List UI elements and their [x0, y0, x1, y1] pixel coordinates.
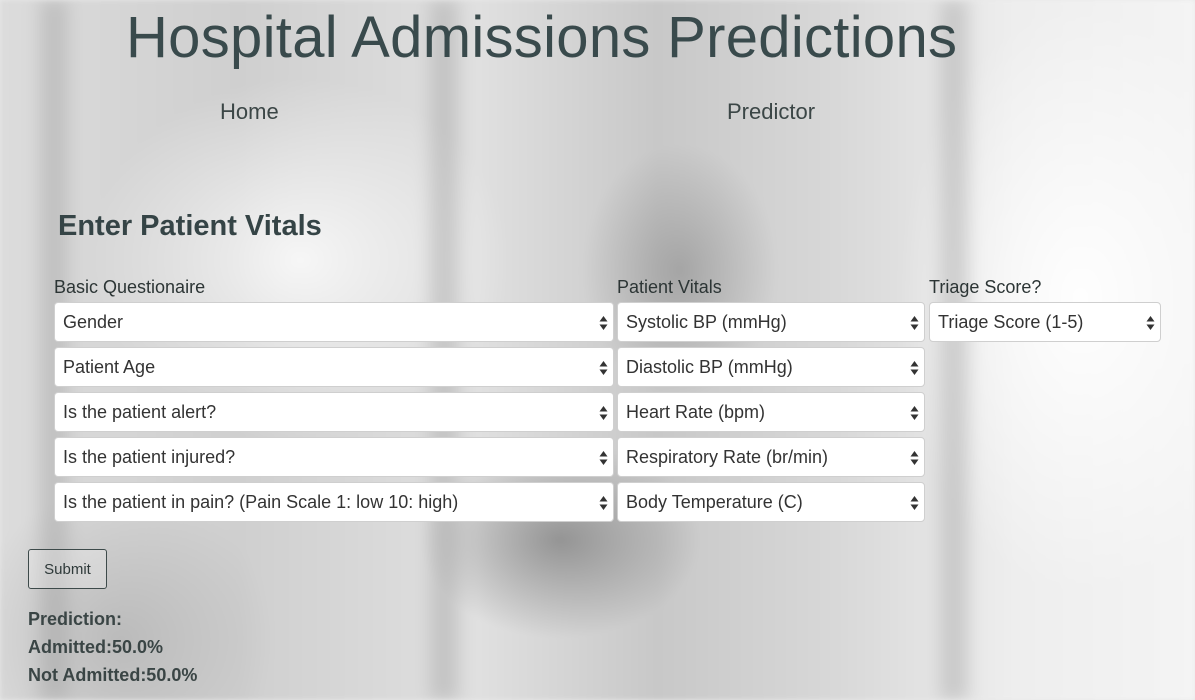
submit-button[interactable]: Submit [28, 549, 107, 589]
pain-scale-select[interactable]: Is the patient in pain? (Pain Scale 1: l… [54, 482, 614, 522]
patient-injured-select[interactable]: Is the patient injured? [54, 437, 614, 477]
select-value: Is the patient injured? [63, 446, 236, 467]
nav-link-predictor[interactable]: Predictor [727, 99, 815, 125]
body-temperature-select[interactable]: Body Temperature (C) [617, 482, 925, 522]
prediction-admitted: Admitted:50.0% [28, 637, 164, 657]
patient-age-select[interactable]: Patient Age [54, 347, 614, 387]
select-value: Systolic BP (mmHg) [626, 311, 787, 332]
patient-vitals-label: Patient Vitals [617, 277, 722, 297]
sort-arrows-icon [599, 496, 608, 510]
sort-arrows-icon [599, 406, 608, 420]
gender-select[interactable]: Gender [54, 302, 614, 342]
select-value: Body Temperature (C) [626, 491, 803, 512]
triage-score-select[interactable]: Triage Score (1-5) [929, 302, 1161, 342]
systolic-bp-select[interactable]: Systolic BP (mmHg) [617, 302, 925, 342]
sort-arrows-icon [599, 451, 608, 465]
select-value: Gender [63, 311, 124, 332]
sort-arrows-icon [599, 316, 608, 330]
respiratory-rate-select[interactable]: Respiratory Rate (br/min) [617, 437, 925, 477]
sort-arrows-icon [910, 406, 919, 420]
patient-alert-select[interactable]: Is the patient alert? [54, 392, 614, 432]
select-value: Diastolic BP (mmHg) [626, 356, 793, 377]
select-value: Is the patient in pain? (Pain Scale 1: l… [63, 491, 459, 512]
form-heading: Enter Patient Vitals [58, 210, 322, 242]
prediction-heading: Prediction: [28, 609, 123, 629]
sort-arrows-icon [910, 496, 919, 510]
page-content: Hospital Admissions Predictions Home Pre… [0, 0, 1195, 700]
select-value: Heart Rate (bpm) [626, 401, 766, 422]
select-value: Triage Score (1-5) [938, 311, 1084, 332]
nav-link-home[interactable]: Home [220, 99, 279, 125]
sort-arrows-icon [1146, 316, 1155, 330]
sort-arrows-icon [599, 361, 608, 375]
prediction-not-admitted: Not Admitted:50.0% [28, 665, 198, 685]
select-value: Is the patient alert? [63, 401, 217, 422]
basic-questionnaire-label: Basic Questionaire [54, 277, 206, 297]
sort-arrows-icon [910, 451, 919, 465]
triage-score-label: Triage Score? [929, 277, 1042, 297]
select-value: Patient Age [63, 356, 156, 377]
page-title: Hospital Admissions Predictions [126, 5, 958, 70]
diastolic-bp-select[interactable]: Diastolic BP (mmHg) [617, 347, 925, 387]
sort-arrows-icon [910, 361, 919, 375]
heart-rate-select[interactable]: Heart Rate (bpm) [617, 392, 925, 432]
sort-arrows-icon [910, 316, 919, 330]
select-value: Respiratory Rate (br/min) [626, 446, 829, 467]
